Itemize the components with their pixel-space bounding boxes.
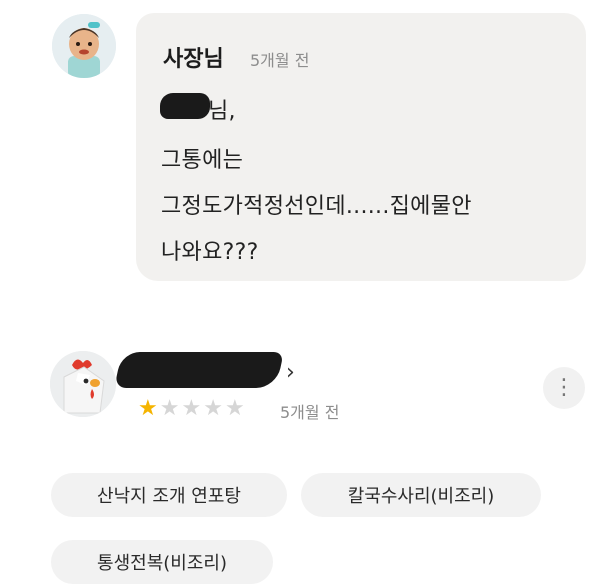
more-options-button[interactable]: ⋮	[543, 367, 585, 409]
owner-reply-time: 5개월 전	[250, 51, 310, 70]
redacted-customer-name	[160, 93, 210, 119]
redacted-reviewer-name[interactable]	[114, 352, 284, 388]
menu-chip[interactable]: 통생전복(비조리)	[51, 540, 273, 584]
rating-stars: ★ ★ ★ ★ ★	[138, 398, 245, 420]
star-icon-4: ★	[203, 396, 223, 421]
menu-chip[interactable]: 칼국수사리(비조리)	[301, 473, 541, 517]
owner-avatar	[52, 14, 116, 78]
reply-line-4: 나와요???	[161, 240, 259, 265]
star-icon-3: ★	[181, 396, 202, 421]
star-icon-2: ★	[159, 396, 180, 421]
reply-line-2: 그통에는	[161, 148, 244, 173]
review-time: 5개월 전	[280, 403, 340, 422]
owner-name: 사장님	[163, 47, 224, 72]
star-icon-1: ★	[138, 396, 158, 421]
more-vertical-icon: ⋮	[553, 375, 575, 400]
owner-character-icon	[52, 14, 116, 78]
chicken-character-icon	[50, 351, 116, 417]
reply-line-3: 그정도가적정선인데......집에물안	[161, 194, 472, 219]
reviewer-profile-arrow[interactable]: ›	[286, 360, 295, 385]
reviewer-avatar[interactable]	[50, 351, 116, 417]
star-icon-5: ★	[224, 396, 245, 421]
menu-chip[interactable]: 산낙지 조개 연포탕	[51, 473, 287, 517]
reply-line-1: 님,	[208, 99, 236, 124]
